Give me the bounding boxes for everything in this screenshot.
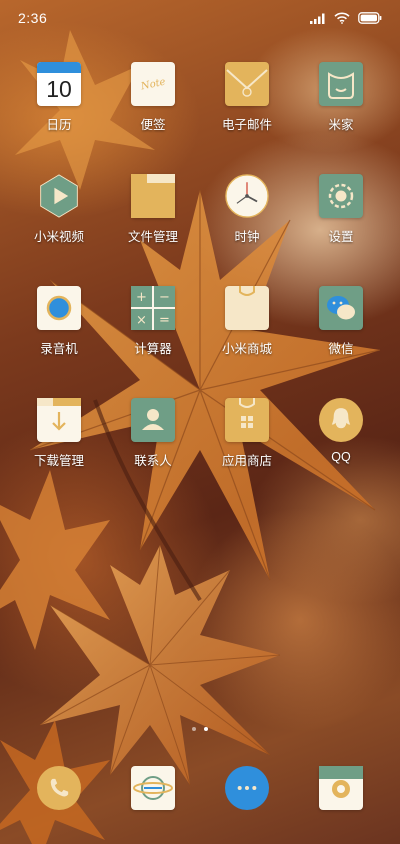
dock-messages[interactable] (201, 766, 293, 810)
app-label: 计算器 (134, 342, 172, 356)
mijia-icon (319, 62, 363, 106)
wechat-icon (319, 286, 363, 330)
app-file-manager[interactable]: 文件管理 (107, 174, 199, 245)
app-label: 应用商店 (221, 454, 272, 468)
app-app-store[interactable]: 应用商店 (201, 398, 293, 469)
email-icon (225, 62, 269, 106)
dock-browser[interactable] (107, 766, 199, 810)
settings-icon (319, 174, 363, 218)
app-label: 小米视频 (33, 230, 84, 244)
notes-text: Note (139, 76, 167, 92)
signal-icon (310, 13, 325, 24)
app-label: QQ (331, 450, 351, 464)
page-indicator (0, 727, 400, 731)
app-settings[interactable]: 设置 (295, 174, 387, 245)
app-qq[interactable]: QQ (295, 398, 387, 464)
app-clock[interactable]: 时钟 (201, 174, 293, 245)
status-bar: 2:36 (0, 0, 400, 36)
app-mi-video[interactable]: 小米视频 (13, 174, 105, 245)
calendar-date: 10 (46, 75, 72, 102)
phone-icon (37, 766, 81, 810)
app-email[interactable]: 电子邮件 (201, 62, 293, 133)
battery-icon (358, 12, 382, 24)
app-label: 小米商城 (221, 342, 272, 356)
status-time: 2:36 (18, 10, 48, 26)
contacts-icon (131, 398, 175, 442)
notes-icon: Note (131, 62, 175, 106)
app-label: 设置 (328, 230, 354, 244)
app-label: 便签 (140, 118, 166, 132)
calculator-icon: + − × = (131, 286, 175, 330)
camera-icon (319, 766, 363, 810)
app-store-icon (225, 398, 269, 442)
status-icons (310, 12, 382, 24)
app-contacts[interactable]: 联系人 (107, 398, 199, 469)
download-icon (37, 398, 81, 442)
app-label: 时钟 (234, 230, 260, 244)
dock (0, 766, 400, 814)
app-label: 微信 (328, 342, 354, 356)
svg-text:−: − (159, 290, 170, 305)
dock-phone[interactable] (13, 766, 105, 810)
recorder-icon (37, 286, 81, 330)
qq-icon (319, 398, 363, 442)
calendar-icon: 10 (37, 62, 81, 106)
app-label: 录音机 (40, 342, 78, 356)
video-icon (37, 174, 81, 218)
app-label: 日历 (46, 118, 72, 132)
app-mijia[interactable]: 米家 (295, 62, 387, 133)
svg-text:×: × (136, 313, 147, 328)
app-label: 电子邮件 (221, 118, 272, 132)
app-mi-store[interactable]: 小米商城 (201, 286, 293, 357)
clock-icon (225, 174, 269, 218)
app-calendar[interactable]: 10 日历 (13, 62, 105, 133)
app-wechat[interactable]: 微信 (295, 286, 387, 357)
page-dot-active[interactable] (204, 727, 208, 731)
app-calculator[interactable]: + − × = 计算器 (107, 286, 199, 357)
svg-text:=: = (159, 313, 170, 328)
app-recorder[interactable]: 录音机 (13, 286, 105, 357)
app-download-manager[interactable]: 下载管理 (13, 398, 105, 469)
app-label: 联系人 (134, 454, 172, 468)
app-label: 米家 (328, 118, 354, 132)
app-label: 文件管理 (127, 230, 178, 244)
svg-text:+: + (136, 290, 147, 305)
page-dot[interactable] (192, 727, 196, 731)
mi-store-icon (225, 286, 269, 330)
dock-camera[interactable] (295, 766, 387, 810)
messages-icon (225, 766, 269, 810)
browser-icon (131, 766, 175, 810)
app-notes[interactable]: Note 便签 (107, 62, 199, 133)
wifi-icon (334, 12, 350, 24)
app-label: 下载管理 (33, 454, 84, 468)
folder-icon (131, 174, 175, 218)
